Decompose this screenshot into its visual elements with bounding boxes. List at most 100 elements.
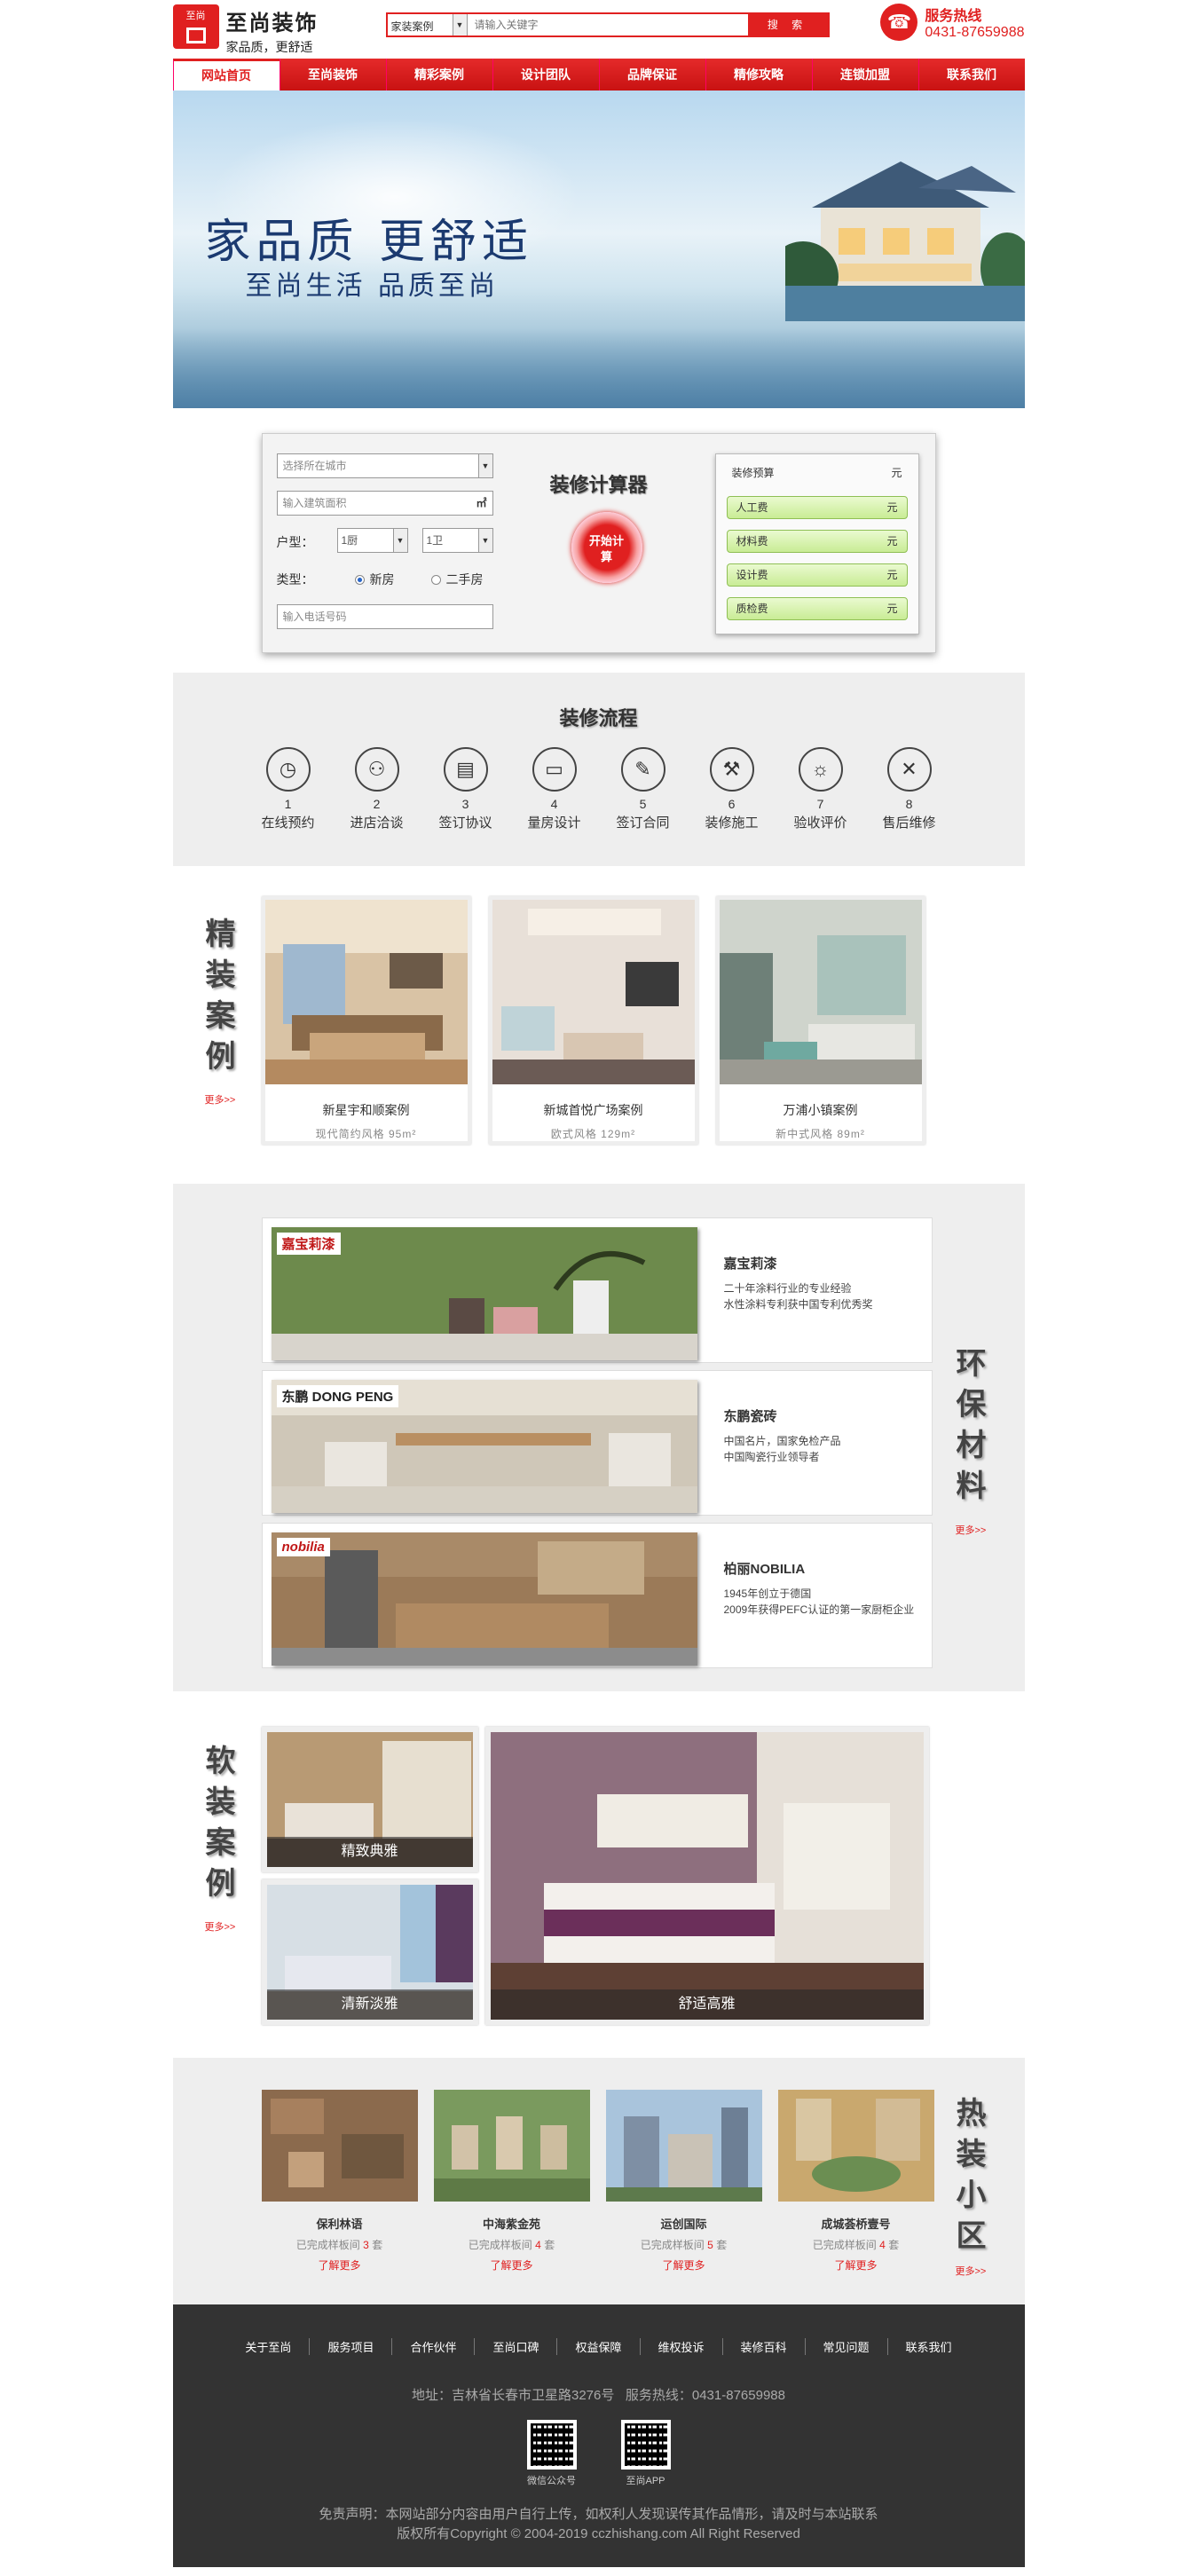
- logo-icon[interactable]: 至尚: [172, 4, 219, 49]
- soft-case-image: [490, 1732, 924, 2020]
- community-image: [261, 2090, 418, 2202]
- villa-image: [784, 161, 1025, 321]
- learn-more-link[interactable]: 了解更多: [262, 2257, 418, 2273]
- footer-link[interactable]: 服务项目: [310, 2338, 393, 2355]
- step-name: 装修施工: [705, 815, 759, 831]
- material-brand-logo: nobilia: [276, 1538, 330, 1556]
- hot-more-link[interactable]: 更多>>: [956, 2264, 987, 2278]
- cost-unit: 元: [886, 569, 898, 581]
- cases-section: 精装案例 更多>> 新星宇和顺案例 现代简约风格 95m² 新城首悦广场案例 欧…: [173, 866, 1025, 1184]
- chevron-down-icon[interactable]: ▼: [452, 14, 467, 35]
- document-icon: ▤: [443, 747, 488, 792]
- logo-house-shape: [185, 28, 206, 43]
- done-suffix: 套: [716, 2239, 728, 2251]
- case-image: [719, 900, 922, 1084]
- learn-more-link[interactable]: 了解更多: [778, 2257, 934, 2273]
- process-step[interactable]: ✎ 5 签订合同: [599, 747, 688, 831]
- cost-unit: 元: [886, 603, 898, 615]
- cases-more-link[interactable]: 更多>>: [205, 1092, 236, 1107]
- nav-item-home[interactable]: 网站首页: [172, 59, 280, 91]
- kitchen-select[interactable]: 1厨 ▼: [336, 528, 408, 553]
- area-unit: ㎡: [476, 497, 487, 509]
- footer-link[interactable]: 合作伙伴: [392, 2338, 476, 2355]
- soft-case-item[interactable]: 精致典雅: [261, 1727, 478, 1872]
- cost-row-design: 设计费 元: [726, 563, 908, 587]
- city-select[interactable]: 选择所在城市 ▼: [276, 453, 493, 478]
- step-number: 5: [639, 797, 647, 811]
- start-calculate-button[interactable]: 开始计算: [571, 512, 642, 583]
- search-button[interactable]: 搜 索: [747, 14, 828, 35]
- type-used-label: 二手房: [445, 572, 484, 587]
- ruler-icon: ▭: [532, 747, 577, 792]
- material-card[interactable]: 东鹏 DONG PENG 东鹏瓷砖 中国名片，国家免检产品 中国陶瓷行业领导者: [261, 1370, 933, 1516]
- footer-link[interactable]: 权益保障: [557, 2338, 641, 2355]
- material-card[interactable]: 嘉宝莉漆 嘉宝莉漆 二十年涂料行业的专业经验 水性涂料专利获中国专利优秀奖: [261, 1217, 933, 1363]
- soft-case-item[interactable]: 舒适高雅: [484, 1727, 929, 2025]
- community-card[interactable]: 中海紫金苑 已完成样板间 4 套 了解更多: [433, 2090, 590, 2273]
- search-input[interactable]: [467, 14, 748, 35]
- phone-input[interactable]: 输入电话号码: [276, 604, 493, 629]
- chevron-down-icon[interactable]: ▼: [392, 529, 407, 552]
- step-number: 1: [284, 797, 292, 811]
- qr-wechat[interactable]: 微信公众号: [526, 2420, 577, 2487]
- area-placeholder: 输入建筑面积: [282, 497, 347, 509]
- community-card[interactable]: 成城荟桥壹号 已完成样板间 4 套 了解更多: [777, 2090, 934, 2273]
- process-step[interactable]: ⚇ 2 进店洽谈: [333, 747, 421, 831]
- footer-link[interactable]: 联系我们: [888, 2338, 970, 2355]
- footer-link[interactable]: 维权投诉: [641, 2338, 723, 2355]
- nav-item-brand[interactable]: 品牌保证: [598, 59, 705, 91]
- qr-app[interactable]: 至尚APP: [620, 2420, 671, 2487]
- qr-label: 微信公众号: [527, 2476, 576, 2486]
- footer-link[interactable]: 关于至尚: [227, 2338, 311, 2355]
- learn-more-link[interactable]: 了解更多: [606, 2257, 762, 2273]
- nav-item-cases[interactable]: 精彩案例: [385, 59, 492, 91]
- material-card[interactable]: nobilia 柏丽NOBILIA 1945年创立于德国 2009年获得PEFC…: [261, 1523, 933, 1668]
- process-step[interactable]: ◷ 1 在线预约: [244, 747, 333, 831]
- step-name: 签订合同: [616, 815, 670, 831]
- search-category-select[interactable]: 家装案例 ▼: [388, 14, 468, 35]
- nav-item-about[interactable]: 至尚装饰: [279, 59, 386, 91]
- phone-placeholder: 输入电话号码: [282, 611, 347, 623]
- type-new-radio[interactable]: 新房: [354, 571, 395, 588]
- process-step[interactable]: ▭ 4 量房设计: [510, 747, 599, 831]
- soft-case-item[interactable]: 清新淡雅: [261, 1879, 478, 2025]
- footer-link[interactable]: 至尚口碑: [475, 2338, 558, 2355]
- hero-banner[interactable]: 家品质 更舒适 至尚生活 品质至尚: [172, 91, 1025, 408]
- case-card[interactable]: 万浦小镇案例 新中式风格 89m²: [715, 896, 925, 1145]
- nav-item-franchise[interactable]: 连锁加盟: [811, 59, 918, 91]
- community-card[interactable]: 保利林语 已完成样板间 3 套 了解更多: [261, 2090, 418, 2273]
- nav-item-contact[interactable]: 联系我们: [917, 59, 1025, 91]
- community-meta: 已完成样板间 4 套: [778, 2237, 934, 2252]
- budget-label: 装修预算: [731, 467, 775, 479]
- materials-more-link[interactable]: 更多>>: [956, 1523, 987, 1537]
- nav-item-guide[interactable]: 精修攻略: [705, 59, 812, 91]
- process-step[interactable]: ☼ 7 验收评价: [776, 747, 865, 831]
- area-input[interactable]: 输入建筑面积 ㎡: [276, 491, 493, 516]
- chevron-down-icon[interactable]: ▼: [477, 454, 492, 477]
- community-meta: 已完成样板间 5 套: [606, 2237, 762, 2252]
- community-card[interactable]: 运创国际 已完成样板间 5 套 了解更多: [605, 2090, 762, 2273]
- community-image: [777, 2090, 934, 2202]
- budget-row: 装修预算 元: [727, 463, 908, 485]
- nav-item-design-team[interactable]: 设计团队: [492, 59, 599, 91]
- step-name: 进店洽谈: [350, 815, 404, 831]
- process-step[interactable]: ✕ 8 售后维修: [865, 747, 954, 831]
- bathroom-select[interactable]: 1卫 ▼: [421, 528, 493, 553]
- learn-more-link[interactable]: 了解更多: [434, 2257, 590, 2273]
- cost-row-inspection: 质检费 元: [726, 597, 908, 620]
- kitchen-value: 1厨: [341, 534, 358, 547]
- type-used-radio[interactable]: 二手房: [430, 571, 484, 588]
- case-card[interactable]: 新城首悦广场案例 欧式风格 129m²: [488, 896, 698, 1145]
- hotline-number: 0431-87659988: [925, 25, 1025, 40]
- case-card[interactable]: 新星宇和顺案例 现代简约风格 95m²: [261, 896, 471, 1145]
- city-placeholder: 选择所在城市: [282, 460, 347, 472]
- process-step[interactable]: ▤ 3 签订协议: [421, 747, 510, 831]
- soft-more-link[interactable]: 更多>>: [205, 1919, 236, 1934]
- process-step[interactable]: ⚒ 6 装修施工: [688, 747, 776, 831]
- soft-decor-section: 软装案例 更多>> 精致典雅 清新淡雅 舒适高雅: [173, 1691, 1025, 2058]
- chevron-down-icon[interactable]: ▼: [477, 529, 492, 552]
- footer-link[interactable]: 装修百科: [723, 2338, 806, 2355]
- qr-code-icon: [620, 2420, 671, 2470]
- footer-link[interactable]: 常见问题: [806, 2338, 888, 2355]
- bathroom-value: 1卫: [426, 534, 444, 547]
